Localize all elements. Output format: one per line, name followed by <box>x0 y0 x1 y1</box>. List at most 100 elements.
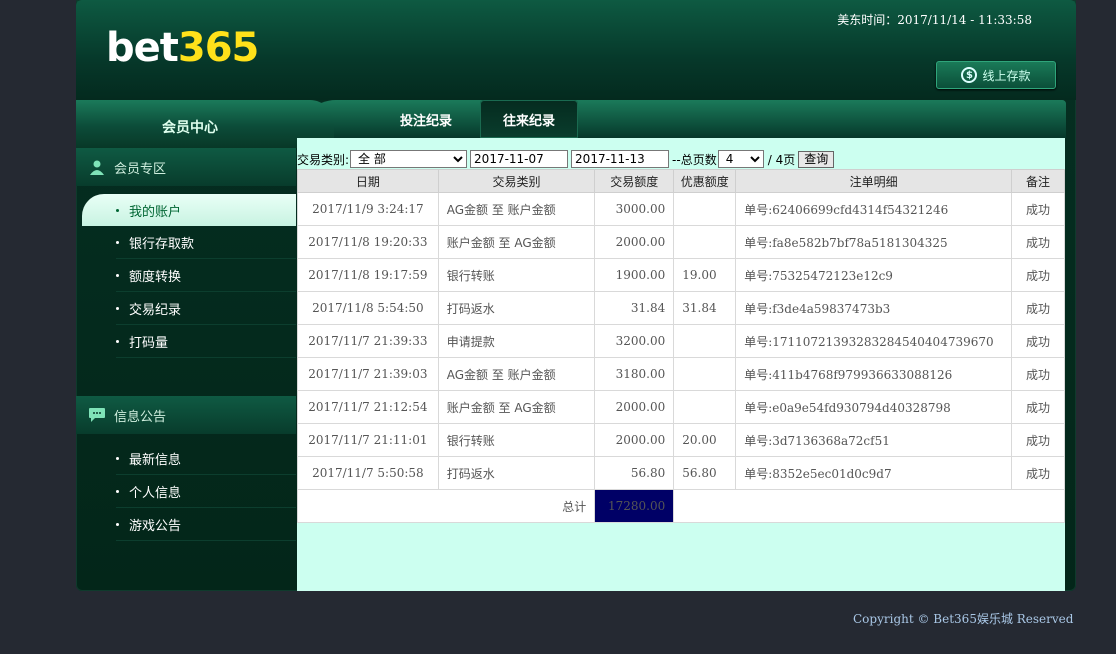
bullet-icon <box>116 522 119 526</box>
cell-amount: 3200.00 <box>594 324 675 358</box>
sidebar-item-label: 最新信息 <box>129 452 182 468</box>
pages-total: / 4页 <box>767 152 796 167</box>
total-label: 总计 <box>296 489 596 523</box>
table-row: 2017/11/7 21:12:54 账户金额 至 AG金额 2000.00 单号:e… <box>297 390 1065 424</box>
cell-bonus <box>673 324 737 358</box>
cell-bonus <box>673 192 737 226</box>
table-row: 2017/11/8 19:17:59 银行转账 1900.00 19.00 单号:753… <box>297 258 1065 292</box>
cell-amount: 2000.00 <box>594 423 675 457</box>
sidebar-item-label: 银行存取款 <box>129 236 195 252</box>
online-deposit-button[interactable]: $ 线上存款 <box>936 61 1056 89</box>
logo-text-365: 365 <box>177 25 259 71</box>
sidebar-item-personal-info[interactable]: 个人信息 <box>116 475 296 508</box>
bullet-icon <box>116 456 119 460</box>
table-row: 2017/11/7 21:39:03 AG金额 至 账户金额 3180.00 单号:4… <box>297 357 1065 391</box>
cell-detail: 单号:3d7136368a72cf51 <box>735 423 1013 457</box>
cell-bonus <box>673 225 737 259</box>
sidebar-item-label: 个人信息 <box>129 485 182 501</box>
cell-amount: 31.84 <box>594 291 675 325</box>
sidebar-item-latest-info[interactable]: 最新信息 <box>116 442 296 475</box>
bullet-icon <box>116 489 119 493</box>
cell-bonus: 31.84 <box>673 291 737 325</box>
cell-date: 2017/11/7 21:12:54 <box>297 390 439 424</box>
cell-date: 2017/11/7 21:39:03 <box>297 357 439 391</box>
member-center-tab[interactable]: 会员中心 <box>76 100 334 148</box>
cell-amount: 2000.00 <box>594 390 675 424</box>
cell-note: 成功 <box>1011 390 1065 424</box>
sidebar-item-bank[interactable]: 银行存取款 <box>116 226 296 259</box>
cell-note: 成功 <box>1011 423 1065 457</box>
section-member-zone: 会员专区 <box>76 148 296 186</box>
copyright: Copyright © Bet365娱乐城 Reserved <box>853 612 1074 626</box>
bullet-icon <box>116 208 119 212</box>
table-row: 2017/11/7 5:50:58 打码返水 56.80 56.80 单号:8352e5… <box>297 456 1065 490</box>
date-end-input[interactable] <box>571 150 670 168</box>
table-row: 2017/11/9 3:24:17 AG金额 至 账户金额 3000.00 单号:62… <box>297 192 1065 226</box>
col-amount: 交易额度 <box>594 169 675 193</box>
sidebar-item-game-notice[interactable]: 游戏公告 <box>116 508 296 541</box>
section-announcements: 信息公告 <box>76 396 296 434</box>
bullet-icon <box>116 306 119 310</box>
sidebar-item-label: 交易纪录 <box>129 302 182 318</box>
cell-bonus: 56.80 <box>673 456 737 490</box>
total-row: 总计 17280.00 <box>296 489 1065 523</box>
bullet-icon <box>116 240 119 244</box>
date-start-input[interactable] <box>470 150 569 168</box>
cell-note: 成功 <box>1011 192 1065 226</box>
sidebar-item-transfer[interactable]: 额度转换 <box>116 259 296 292</box>
cell-detail: 单号:fa8e582b7bf78a5181304325 <box>735 225 1013 259</box>
cell-bonus <box>673 390 737 424</box>
filter-bar: 交易类别: 全 部 --总页数 4 / 4页 查询 <box>297 149 1065 169</box>
sidebar-item-label: 打码量 <box>129 335 169 351</box>
col-detail: 注单明细 <box>735 169 1013 193</box>
member-center-label: 会员中心 <box>162 120 218 136</box>
cell-amount: 3000.00 <box>594 192 675 226</box>
cell-bonus: 20.00 <box>673 423 737 457</box>
cell-type: AG金额 至 账户金额 <box>437 192 596 226</box>
col-bonus: 优惠额度 <box>673 169 737 193</box>
type-label: 交易类别: <box>297 152 350 167</box>
table-row: 2017/11/7 21:11:01 银行转账 2000.00 20.00 单号:3d7… <box>297 423 1065 457</box>
cell-note: 成功 <box>1011 291 1065 325</box>
sidebar-item-wager[interactable]: 打码量 <box>116 325 296 358</box>
cell-type: 申请提款 <box>437 324 596 358</box>
pages-label: --总页数 <box>672 152 717 167</box>
cell-note: 成功 <box>1011 225 1065 259</box>
tab-bet-records[interactable]: 投注纪录 <box>378 100 474 138</box>
table-row: 2017/11/8 5:54:50 打码返水 31.84 31.84 单号:f3de4a… <box>297 291 1065 325</box>
page-select[interactable]: 4 <box>717 150 764 168</box>
sidebar-item-label: 额度转换 <box>129 269 182 285</box>
col-type: 交易类别 <box>437 169 596 193</box>
cell-amount: 1900.00 <box>594 258 675 292</box>
table-row: 2017/11/7 21:39:33 申请提款 3200.00 单号:17110721… <box>297 324 1065 358</box>
col-note: 备注 <box>1011 169 1065 193</box>
eastern-time: 美东时间：2017/11/14 - 11:33:58 <box>837 13 1032 27</box>
user-icon <box>88 158 106 176</box>
cell-detail: 单号:75325472123e12c9 <box>735 258 1013 292</box>
cell-type: AG金额 至 账户金额 <box>437 357 596 391</box>
cell-date: 2017/11/7 21:39:33 <box>297 324 439 358</box>
cell-date: 2017/11/9 3:24:17 <box>297 192 439 226</box>
cell-type: 银行转账 <box>437 423 596 457</box>
sidebar-item-transactions[interactable]: 交易纪录 <box>116 292 296 325</box>
sidebar-item-my-account[interactable]: 我的账户 <box>82 194 296 226</box>
tab-transaction-records[interactable]: 往来纪录 <box>480 100 578 138</box>
cell-detail: 单号:f3de4a59837473b3 <box>735 291 1013 325</box>
cell-date: 2017/11/8 19:17:59 <box>297 258 439 292</box>
total-value: 17280.00 <box>594 489 675 523</box>
sidebar: 会员专区 我的账户 银行存取款 额度转换 交易纪录 打码量 信息公告 最新信息 … <box>76 148 296 541</box>
content-panel: 交易类别: 全 部 --总页数 4 / 4页 查询 日期 交易类别 交易额度 优… <box>296 138 1065 591</box>
cell-type: 账户金额 至 AG金额 <box>437 225 596 259</box>
query-button[interactable]: 查询 <box>798 150 835 168</box>
type-select[interactable]: 全 部 <box>350 150 468 168</box>
cell-date: 2017/11/7 21:11:01 <box>297 423 439 457</box>
dollar-icon: $ <box>961 67 978 83</box>
cell-amount: 56.80 <box>594 456 675 490</box>
total-spacer <box>673 489 1065 523</box>
cell-amount: 3180.00 <box>594 357 675 391</box>
cell-detail: 单号:17110721393283284540404739670 <box>735 324 1013 358</box>
bullet-icon <box>116 339 119 343</box>
sidebar-item-label: 游戏公告 <box>129 518 182 534</box>
bullet-icon <box>116 273 119 277</box>
cell-date: 2017/11/7 5:50:58 <box>297 456 439 490</box>
